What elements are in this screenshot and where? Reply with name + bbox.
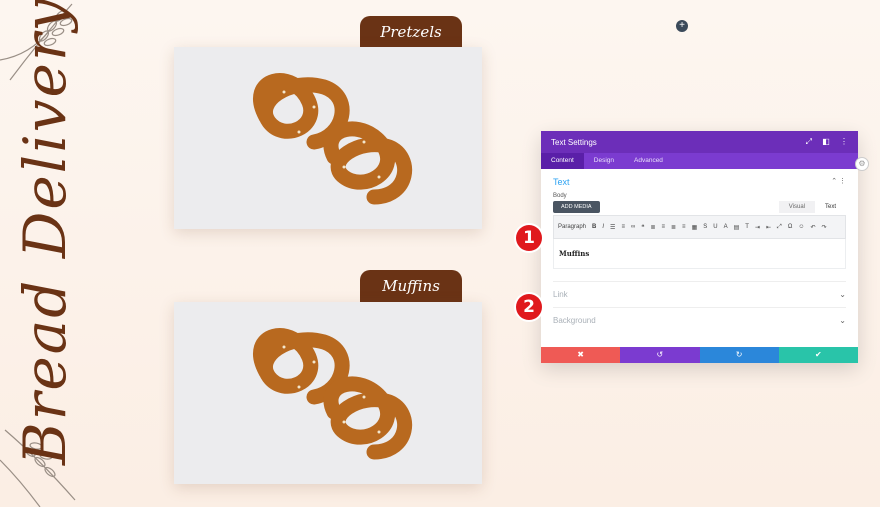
product-image-pretzels bbox=[174, 47, 482, 229]
bold-icon[interactable]: B bbox=[592, 224, 596, 230]
underline-icon[interactable]: U bbox=[713, 224, 717, 230]
bullet-list-icon[interactable]: ☰ bbox=[610, 224, 615, 231]
omega-icon[interactable]: Ω bbox=[788, 224, 793, 230]
more-options-icon[interactable]: ⋮ bbox=[840, 137, 848, 146]
tab-text[interactable]: Text bbox=[814, 201, 846, 213]
fullscreen-icon[interactable]: ⤢ bbox=[777, 224, 782, 231]
table-icon[interactable]: ▦ bbox=[692, 224, 698, 231]
tab-visual[interactable]: Visual bbox=[778, 201, 815, 213]
undo-button[interactable]: ↺ bbox=[620, 347, 700, 363]
outdent-icon[interactable]: ⇤ bbox=[766, 224, 771, 231]
add-section-icon[interactable]: + bbox=[676, 20, 688, 32]
paste-text-icon[interactable]: ▤ bbox=[734, 224, 740, 231]
body-label: Body bbox=[553, 193, 567, 199]
product-image-muffins bbox=[174, 302, 482, 484]
undo-small-icon[interactable]: ↶ bbox=[810, 224, 815, 231]
section-toggle-link[interactable]: Link ⌄ bbox=[553, 281, 846, 299]
section-toggle-text[interactable]: Text ⌃ ⋮ bbox=[541, 169, 858, 187]
gear-icon[interactable]: ⚙ bbox=[855, 157, 869, 171]
text-settings-panel: Text Settings ⤢ ◧ ⋮ Content Design Advan… bbox=[541, 131, 858, 363]
step-badge-2: 2 bbox=[516, 294, 542, 320]
chevron-down-icon[interactable]: ⌄ bbox=[839, 316, 846, 325]
emoji-icon[interactable]: ☺ bbox=[798, 224, 804, 230]
panel-tabs: Content Design Advanced bbox=[541, 153, 858, 169]
tab-advanced[interactable]: Advanced bbox=[624, 153, 673, 169]
tab-design[interactable]: Design bbox=[584, 153, 624, 169]
pretzel-photo bbox=[174, 302, 482, 484]
align-right-icon[interactable]: ≣ bbox=[671, 224, 676, 231]
align-left-icon[interactable]: ≣ bbox=[650, 224, 655, 231]
justify-icon[interactable]: ≡ bbox=[682, 224, 686, 230]
numbered-list-icon[interactable]: ≡ bbox=[621, 224, 625, 230]
redo-button[interactable]: ↻ bbox=[699, 347, 779, 363]
chevron-down-icon[interactable]: ⌄ bbox=[839, 290, 846, 299]
redo-small-icon[interactable]: ↷ bbox=[822, 224, 827, 231]
panel-title: Text Settings bbox=[551, 137, 597, 147]
editor-toolbar: Paragraph B I ☰ ≡ ∞ ❝ ≣ ≡ ≣ ≡ ▦ S U A ▤ … bbox=[553, 215, 846, 239]
resize-icon[interactable]: ⤢ bbox=[806, 137, 812, 146]
section-toggle-background[interactable]: Background ⌄ bbox=[553, 307, 846, 325]
indent-icon[interactable]: ⇥ bbox=[755, 224, 760, 231]
align-center-icon[interactable]: ≡ bbox=[662, 224, 666, 230]
format-select[interactable]: Paragraph bbox=[558, 224, 586, 230]
text-color-icon[interactable]: A bbox=[724, 224, 728, 230]
save-button[interactable]: ✔ bbox=[778, 347, 858, 363]
step-badge-1: 1 bbox=[516, 225, 542, 251]
link-icon[interactable]: ∞ bbox=[631, 224, 635, 230]
chevron-up-icon[interactable]: ⌃ ⋮ bbox=[831, 177, 846, 187]
section-background-label: Background bbox=[553, 316, 596, 325]
split-view-icon[interactable]: ◧ bbox=[822, 137, 830, 146]
quote-icon[interactable]: ❝ bbox=[641, 224, 644, 231]
cancel-button[interactable]: ✖ bbox=[541, 347, 621, 363]
vertical-page-title: Bread Delivery bbox=[11, 0, 79, 465]
tab-content[interactable]: Content bbox=[541, 153, 584, 169]
panel-actions: ✖ ↺ ↻ ✔ bbox=[541, 347, 858, 363]
italic-icon[interactable]: I bbox=[602, 224, 604, 230]
section-link-label: Link bbox=[553, 290, 568, 299]
clear-format-icon[interactable]: T bbox=[745, 224, 749, 230]
card-label-muffins: Muffins bbox=[360, 270, 462, 302]
strikethrough-icon[interactable]: S bbox=[703, 224, 707, 230]
add-media-button[interactable]: ADD MEDIA bbox=[553, 201, 600, 213]
text-editor-area[interactable]: Muffins bbox=[553, 239, 846, 269]
section-title: Text bbox=[553, 177, 570, 187]
card-label-pretzels: Pretzels bbox=[360, 16, 462, 48]
panel-header: Text Settings ⤢ ◧ ⋮ bbox=[541, 131, 858, 153]
pretzel-photo bbox=[174, 47, 482, 229]
